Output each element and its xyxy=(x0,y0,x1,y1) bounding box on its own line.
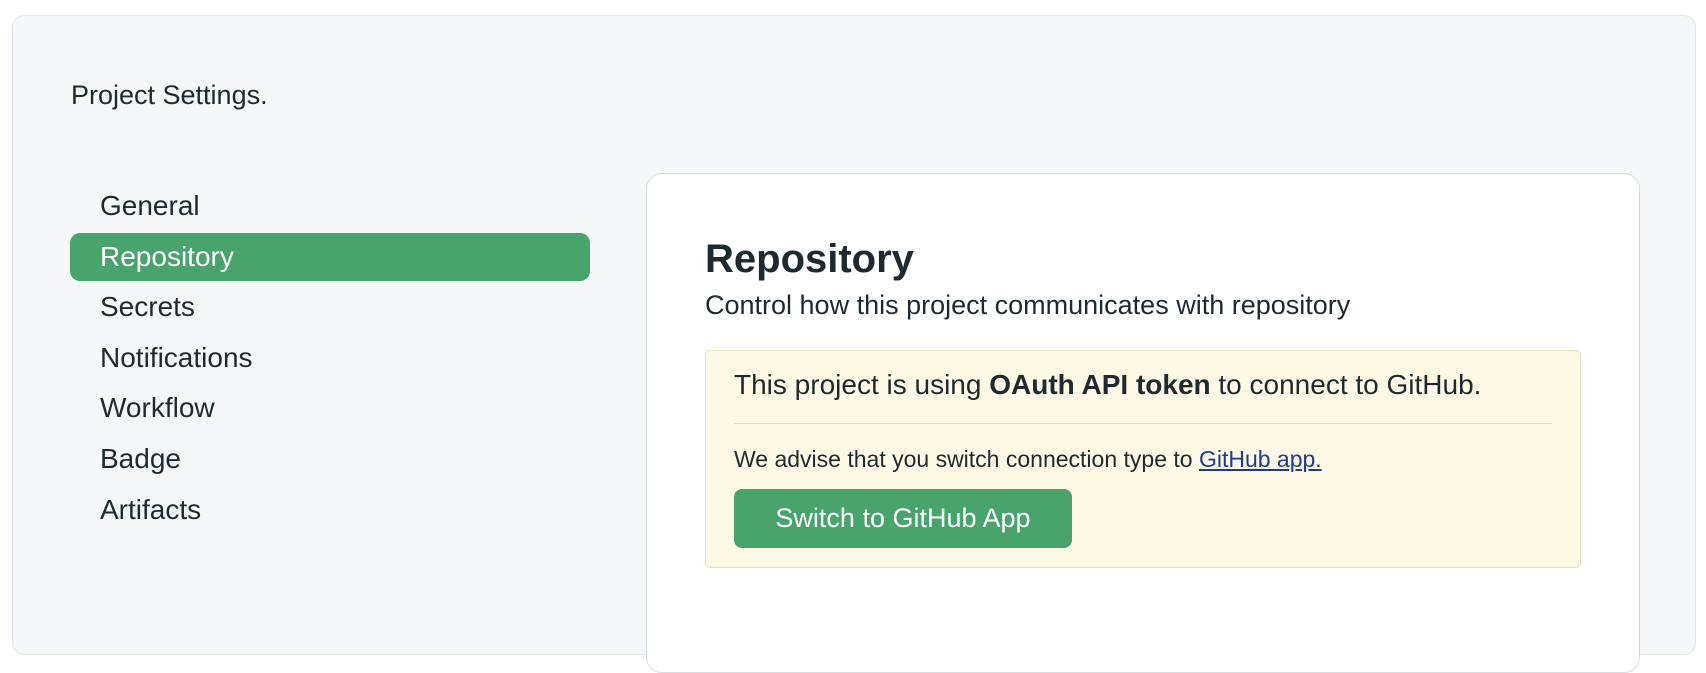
connection-notice: This project is using OAuth API token to… xyxy=(705,350,1581,568)
settings-sidebar: General Repository Secrets Notifications… xyxy=(70,182,590,536)
switch-to-github-app-button[interactable]: Switch to GitHub App xyxy=(734,489,1072,548)
sidebar-item-workflow[interactable]: Workflow xyxy=(70,384,590,432)
status-token-type: OAuth API token xyxy=(989,369,1211,400)
github-app-link[interactable]: GitHub app. xyxy=(1199,446,1322,472)
status-prefix: This project is using xyxy=(734,369,990,400)
section-title: Repository xyxy=(705,237,914,281)
connection-status-text: This project is using OAuth API token to… xyxy=(734,367,1481,403)
sidebar-item-secrets[interactable]: Secrets xyxy=(70,283,590,331)
notice-divider xyxy=(734,423,1552,424)
repository-card: Repository Control how this project comm… xyxy=(646,173,1640,673)
sidebar-item-general[interactable]: General xyxy=(70,182,590,230)
page-title: Project Settings. xyxy=(71,80,268,110)
sidebar-item-repository[interactable]: Repository xyxy=(70,232,590,281)
advise-text: We advise that you switch connection typ… xyxy=(734,444,1322,474)
section-subtitle: Control how this project communicates wi… xyxy=(705,290,1351,320)
sidebar-item-notifications[interactable]: Notifications xyxy=(70,334,590,382)
sidebar-item-badge[interactable]: Badge xyxy=(70,435,590,483)
sidebar-item-artifacts[interactable]: Artifacts xyxy=(70,486,590,534)
status-suffix: to connect to GitHub. xyxy=(1210,369,1482,400)
settings-panel: Project Settings. General Repository Sec… xyxy=(12,15,1696,673)
advise-prefix: We advise that you switch connection typ… xyxy=(734,446,1199,472)
